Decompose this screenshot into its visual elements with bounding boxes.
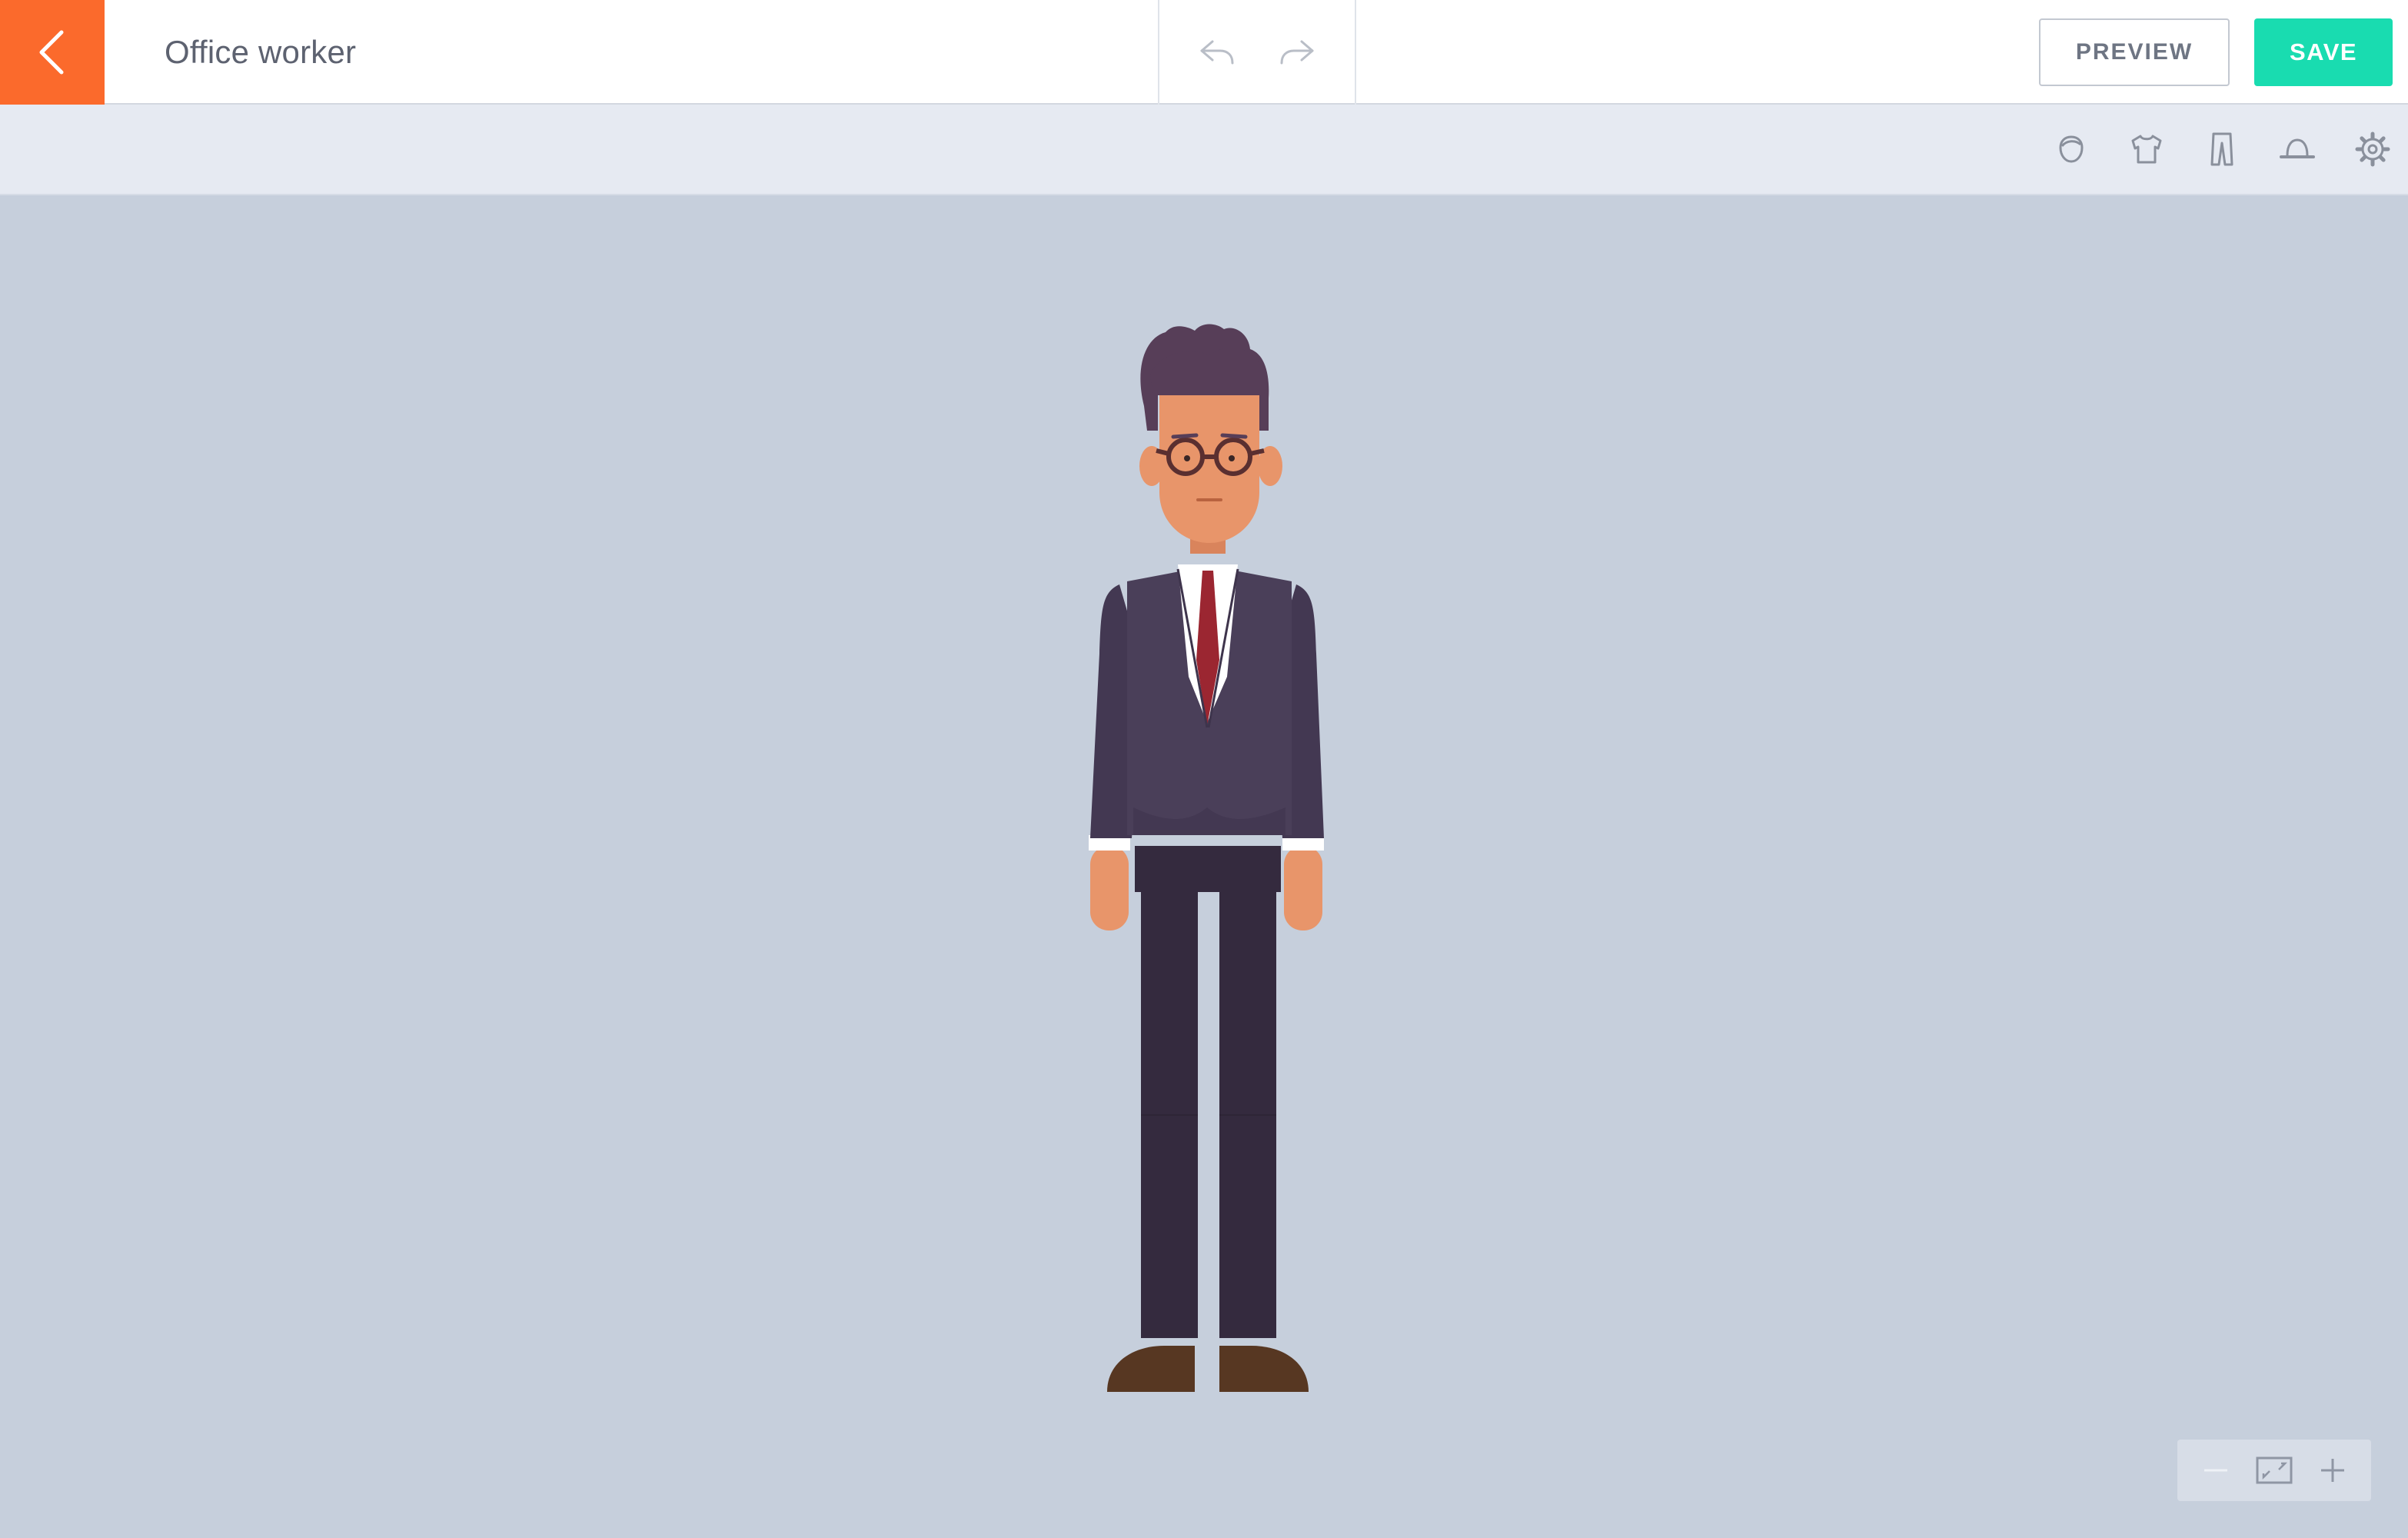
save-button[interactable]: SAVE: [2254, 18, 2393, 86]
zoom-out-icon: [2204, 1469, 2227, 1472]
office-worker-character: [1089, 324, 1324, 1392]
hat-category-button[interactable]: [2274, 126, 2320, 172]
redo-button[interactable]: [1272, 28, 1322, 77]
zoom-controls: [2177, 1440, 2371, 1501]
pants-icon: [2210, 132, 2233, 166]
character-pants-left-leg: [1141, 884, 1198, 1338]
category-toolbar: [0, 105, 2408, 195]
back-button[interactable]: [0, 0, 105, 105]
zoom-in-button[interactable]: [2310, 1447, 2356, 1493]
pants-category-button[interactable]: [2199, 126, 2245, 172]
history-controls: [1158, 0, 1356, 105]
fit-screen-icon: [2256, 1456, 2293, 1484]
character-shoe-left: [1107, 1346, 1195, 1392]
chevron-left-icon: [39, 30, 64, 75]
page-title: Office worker: [165, 34, 357, 70]
undo-icon: [1200, 40, 1234, 65]
hat-icon: [2280, 138, 2315, 158]
gear-icon: [2355, 131, 2390, 167]
redo-icon: [1280, 40, 1314, 65]
head-category-button[interactable]: [2048, 126, 2094, 172]
character-editor: Office worker PREVIEW SAVE: [0, 0, 2408, 1538]
settings-button[interactable]: [2350, 126, 2396, 172]
top-bar: Office worker PREVIEW SAVE: [0, 0, 2408, 105]
character-pants-right-leg: [1219, 884, 1276, 1338]
shirt-category-button[interactable]: [2124, 126, 2170, 172]
head-icon: [2059, 135, 2084, 163]
shirt-icon: [2131, 135, 2162, 164]
zoom-out-button[interactable]: [2193, 1447, 2239, 1493]
undo-button[interactable]: [1192, 28, 1242, 77]
character-hand-right: [1284, 846, 1322, 930]
preview-button[interactable]: PREVIEW: [2039, 18, 2230, 86]
fit-screen-button[interactable]: [2251, 1447, 2297, 1493]
zoom-in-icon: [2321, 1459, 2344, 1482]
character-hand-left: [1090, 846, 1129, 930]
character-shoe-right: [1219, 1346, 1309, 1392]
